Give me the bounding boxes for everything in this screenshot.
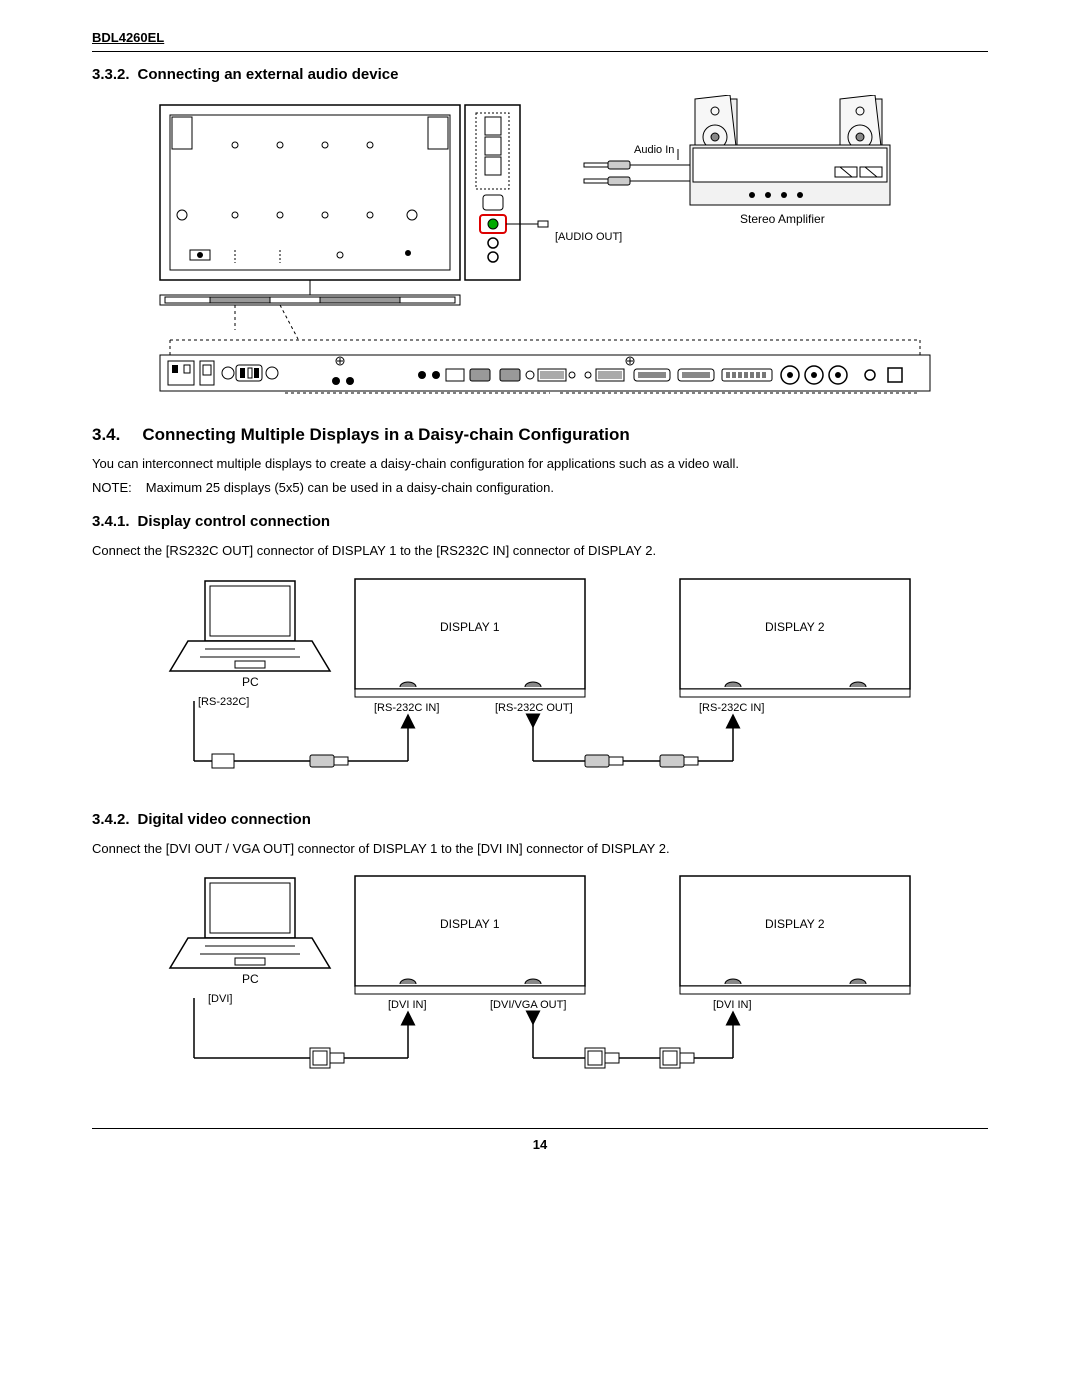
label-d1-in-rs: [RS-232C IN] [374, 702, 439, 714]
diagram-dvi: PC [DVI] DISPLAY 1 [DVI IN] [DVI/VGA OUT… [92, 868, 988, 1088]
page-number: 14 [92, 1128, 988, 1152]
heading-341-title: Display control connection [138, 513, 331, 530]
label-amp: Stereo Amplifier [740, 212, 825, 226]
label-d1-out-rs: [RS-232C OUT] [495, 702, 573, 714]
amplifier-icon [690, 145, 890, 205]
label-d2-dvi: DISPLAY 2 [765, 917, 825, 931]
label-d1-out-dvi: [DVI/VGA OUT] [490, 999, 566, 1011]
heading-34-num: 3.4. [92, 425, 120, 445]
heading-342-num: 3.4.2. [92, 811, 130, 828]
laptop-icon [170, 581, 330, 671]
heading-34: 3.4. Connecting Multiple Displays in a Da… [92, 425, 988, 445]
label-d2-in-rs: [RS-232C IN] [699, 702, 764, 714]
label-audio-out: [AUDIO OUT] [555, 231, 622, 243]
heading-342-title: Digital video connection [138, 811, 311, 828]
heading-341-num: 3.4.1. [92, 513, 130, 530]
note-34-label: NOTE: [92, 479, 132, 497]
text-341: Connect the [RS232C OUT] connector of DI… [92, 542, 988, 560]
heading-34-title: Connecting Multiple Displays in a Daisy-… [142, 425, 629, 444]
heading-332-num: 3.3.2. [92, 66, 130, 83]
label-pc-port-rs: [RS-232C] [198, 696, 249, 708]
label-d2-in-dvi: [DVI IN] [713, 999, 752, 1011]
label-audio-in: Audio In [634, 144, 674, 156]
heading-332-title: Connecting an external audio device [138, 66, 399, 83]
laptop-icon-2 [170, 878, 330, 968]
model-header: BDL4260EL [92, 30, 988, 52]
diagram-audio: [AUDIO OUT] Audio In Stereo Amplifier [92, 95, 988, 405]
label-d1-rs: DISPLAY 1 [440, 620, 500, 634]
label-pc-rs: PC [242, 675, 259, 689]
label-pc-dvi: PC [242, 972, 259, 986]
heading-332: 3.3.2. Connecting an external audio devic… [92, 66, 988, 83]
label-d1-in-dvi: [DVI IN] [388, 999, 427, 1011]
note-34: NOTE: Maximum 25 displays (5x5) can be us… [92, 479, 988, 497]
text-34: You can interconnect multiple displays t… [92, 455, 988, 473]
text-342: Connect the [DVI OUT / VGA OUT] connecto… [92, 840, 988, 858]
heading-342: 3.4.2. Digital video connection [92, 811, 988, 828]
label-pc-port-dvi: [DVI] [208, 993, 232, 1005]
heading-341: 3.4.1. Display control connection [92, 513, 988, 530]
note-34-text: Maximum 25 displays (5x5) can be used in… [146, 480, 554, 495]
diagram-rs232: PC [RS-232C] DISPLAY 1 [RS-232C IN] [RS-… [92, 571, 988, 791]
label-d2-rs: DISPLAY 2 [765, 620, 825, 634]
label-d1-dvi: DISPLAY 1 [440, 917, 500, 931]
